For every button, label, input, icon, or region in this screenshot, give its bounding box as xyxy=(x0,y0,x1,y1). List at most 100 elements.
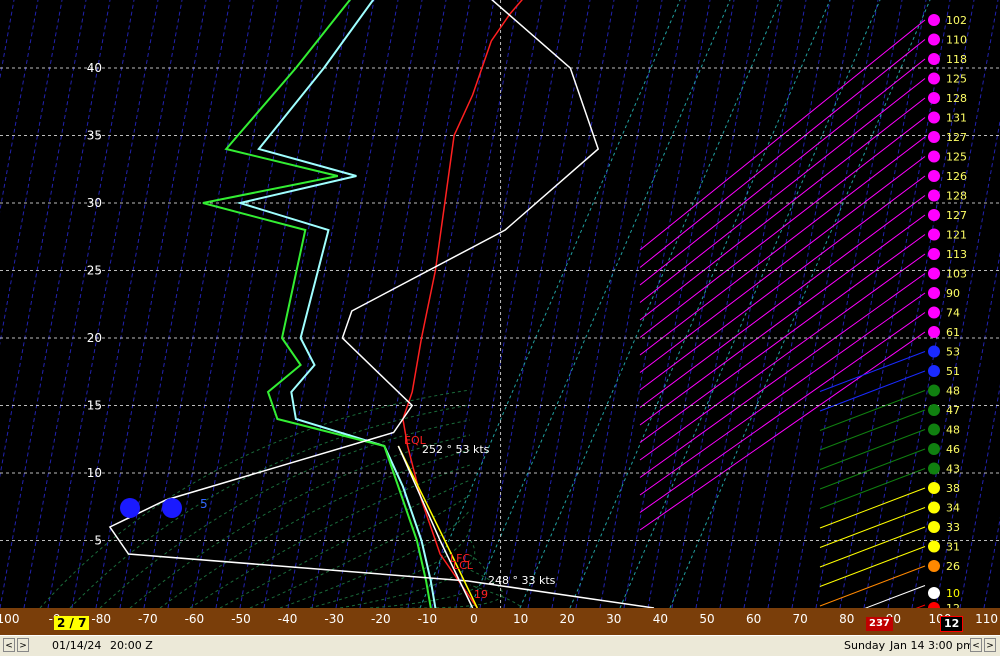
level-marker-value: 102 xyxy=(946,14,967,27)
temperature-tick-label: 0 xyxy=(470,612,478,626)
isotherm-line xyxy=(383,0,495,608)
temperature-tick-label: 30 xyxy=(606,612,622,626)
level-marker-dot xyxy=(928,228,940,241)
temperature-tick-label: 70 xyxy=(792,612,808,626)
isotherm-line xyxy=(191,0,303,608)
yellow-box: 2 / 7 xyxy=(54,616,90,630)
wind-skew-line xyxy=(819,546,926,587)
isotherm-line xyxy=(887,0,999,608)
isotherm-line xyxy=(479,0,591,608)
wind-skew-line xyxy=(819,390,926,431)
level-marker-value: 128 xyxy=(946,190,967,203)
level-marker-value: 110 xyxy=(946,34,967,47)
level-marker-value: 103 xyxy=(946,268,967,281)
isotherm-line xyxy=(695,0,807,608)
wind-skew-line xyxy=(639,312,926,513)
wind-skew-line xyxy=(819,507,926,548)
level-marker-dot xyxy=(928,443,940,455)
level-marker-value: 125 xyxy=(946,151,967,164)
temperature-tick-label: -70 xyxy=(137,612,158,626)
level-marker-value: 38 xyxy=(946,482,960,495)
isotherm-line xyxy=(599,0,711,608)
isotherm-line xyxy=(575,0,687,608)
isotherm-line xyxy=(95,0,207,608)
date-text: 01/14/24 xyxy=(52,639,102,652)
surface-label: 19 xyxy=(474,588,488,601)
isotherm-line xyxy=(143,0,255,608)
level-marker-value: 51 xyxy=(946,365,960,378)
wind-skew-line xyxy=(639,39,926,268)
level-marker-dot xyxy=(928,365,940,377)
level-marker-value: 113 xyxy=(946,248,967,261)
adiabat-line xyxy=(99,419,471,608)
wind-label-lower: 248 ° 33 kts xyxy=(488,574,556,587)
level-marker-dot xyxy=(928,587,940,599)
next-button-2[interactable]: > xyxy=(984,638,996,652)
level-marker-value: 61 xyxy=(946,326,960,339)
time-text: 20:00 Z xyxy=(110,639,153,652)
level-marker-value: 47 xyxy=(946,404,960,417)
wind-skew-line xyxy=(639,331,926,531)
prev-button[interactable]: < xyxy=(3,638,15,652)
isotherm-line xyxy=(671,0,783,608)
mixing-ratio-line xyxy=(569,0,831,608)
wind-skew-line xyxy=(639,156,926,373)
level-marker-value: 31 xyxy=(946,541,960,554)
level-marker-value: 121 xyxy=(946,229,967,242)
temperature-axis-bar: 100-9-80-70-60-50-40-30-20-1001020304050… xyxy=(0,608,1000,635)
wind-skew-line xyxy=(639,253,926,461)
level-marker-value: 46 xyxy=(946,443,960,456)
isotherm-line xyxy=(359,0,471,608)
temperature-tick-label: 10 xyxy=(512,612,529,626)
mixing-ratio-line xyxy=(669,0,931,608)
level-marker-dot xyxy=(928,111,940,124)
wind-label-upper: 252 ° 53 kts xyxy=(422,443,490,456)
lcl-label: LCL xyxy=(453,559,474,572)
temperature-tick-label: 40 xyxy=(652,612,669,626)
prev-button-2[interactable]: < xyxy=(970,638,982,652)
status-bar: < > 01/14/24 20:00 Z Sunday Jan 14 3:00 … xyxy=(0,635,1000,656)
isotherm-line xyxy=(167,0,279,608)
sounding-series-line xyxy=(402,0,523,608)
isotherm-line xyxy=(0,0,111,608)
level-marker-value: 131 xyxy=(946,112,967,125)
level-marker-dot xyxy=(928,72,940,85)
mixing-ratio-line xyxy=(469,0,731,608)
sounding-plot: 5 10 15 20 25 30 35 40 5 252 ° 53 kts 248 ° 33 kt… xyxy=(0,0,1000,608)
temperature-tick-label: 100 xyxy=(0,612,20,626)
level-marker-value: 34 xyxy=(946,502,960,515)
level-marker-value: 74 xyxy=(946,307,960,320)
level-marker-value: 125 xyxy=(946,73,967,86)
isotherm-line xyxy=(263,0,375,608)
wind-skew-line xyxy=(819,448,926,490)
level-marker-dot xyxy=(928,92,940,104)
height-tick-label: 20 xyxy=(87,331,102,345)
sounding-series-line xyxy=(236,0,437,608)
height-tick-label: 25 xyxy=(87,264,102,278)
red-box-left: 237 xyxy=(866,617,893,631)
isotherm-line xyxy=(431,0,543,608)
height-tick-label: 40 xyxy=(87,61,102,75)
temperature-tick-label: 110 xyxy=(975,612,999,626)
isotherm-line xyxy=(767,0,879,608)
wind-skew-line xyxy=(639,78,926,303)
adiabat-line xyxy=(309,524,471,608)
height-tick-label: 10 xyxy=(87,466,102,480)
level-marker-value: 48 xyxy=(946,385,960,398)
next-button[interactable]: > xyxy=(17,638,29,652)
wind-skew-line xyxy=(819,526,926,568)
isotherm-line xyxy=(0,0,39,213)
level-marker-value: 43 xyxy=(946,463,960,476)
level-marker-dot xyxy=(928,189,940,202)
isotherm-line xyxy=(23,0,135,608)
height-tick-label: 30 xyxy=(87,196,102,210)
wind-skew-line xyxy=(819,351,926,392)
level-marker-dot xyxy=(928,53,940,65)
isotherm-line xyxy=(407,0,519,608)
temperature-tick-label: -30 xyxy=(324,612,344,626)
level-marker-dot xyxy=(928,306,940,319)
level-marker-dot xyxy=(928,33,940,46)
isotherm-line xyxy=(47,0,159,608)
level-marker-dot xyxy=(928,267,940,280)
temperature-tick-label: -60 xyxy=(184,612,205,626)
